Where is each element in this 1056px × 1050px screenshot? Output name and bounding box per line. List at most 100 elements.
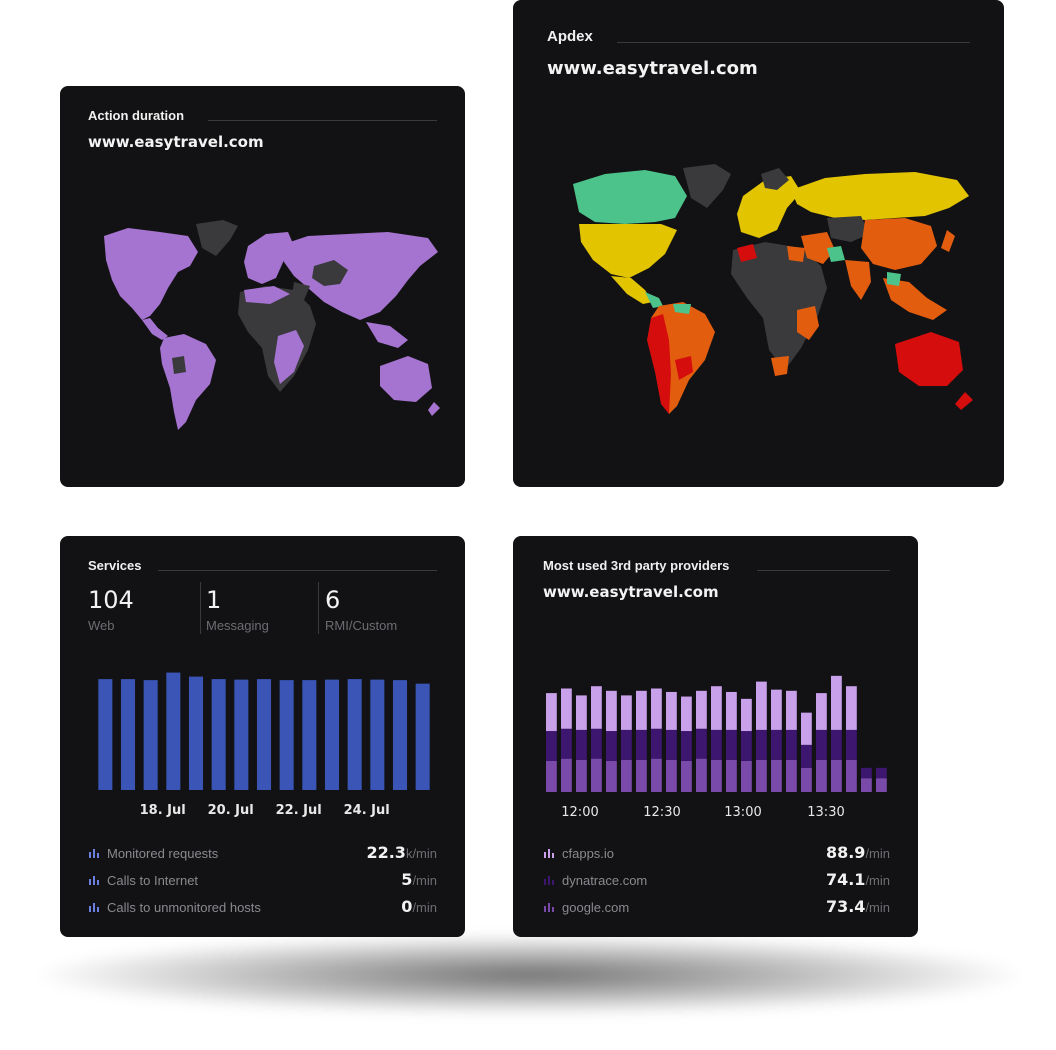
chart-bar-segment[interactable]	[546, 760, 557, 792]
region-middle-east-green[interactable]	[827, 246, 845, 262]
chart-bar-segment[interactable]	[786, 690, 797, 730]
chart-bar-segment[interactable]	[756, 729, 767, 760]
chart-bar-segment[interactable]	[576, 729, 587, 760]
chart-bar-segment[interactable]	[666, 691, 677, 730]
chart-bar-segment[interactable]	[696, 758, 707, 792]
chart-bar-segment[interactable]	[546, 693, 557, 732]
chart-bar[interactable]	[143, 680, 158, 790]
apdex-world-map[interactable]	[565, 160, 975, 420]
chart-bar-segment[interactable]	[846, 729, 857, 760]
region-russia[interactable]	[791, 172, 969, 220]
chart-bar-segment[interactable]	[741, 760, 752, 792]
chart-bar-segment[interactable]	[666, 759, 677, 792]
chart-bar-segment[interactable]	[726, 759, 737, 792]
chart-bar-segment[interactable]	[816, 759, 827, 792]
chart-bar[interactable]	[392, 680, 408, 790]
region-india[interactable]	[845, 260, 871, 300]
region-africa[interactable]	[731, 242, 827, 370]
legend-calls-to-internet[interactable]: Calls to Internet 5/min	[88, 870, 437, 891]
region-greenland[interactable]	[683, 164, 731, 208]
chart-bar-segment[interactable]	[696, 728, 707, 759]
chart-bar-segment[interactable]	[591, 686, 602, 729]
chart-bar-segment[interactable]	[606, 690, 617, 732]
chart-bar-segment[interactable]	[561, 688, 572, 729]
chart-bar-segment[interactable]	[756, 681, 767, 730]
region-south-america-nodata[interactable]	[172, 356, 186, 374]
region-japan[interactable]	[941, 230, 955, 252]
chart-bar-segment[interactable]	[831, 729, 842, 760]
action-duration-world-map[interactable]	[98, 216, 443, 436]
chart-bar-segment[interactable]	[591, 728, 602, 759]
chart-bar[interactable]	[256, 679, 272, 790]
legend-calls-to-unmonitored-hosts[interactable]: Calls to unmonitored hosts 0/min	[88, 897, 437, 918]
chart-bar-segment[interactable]	[651, 758, 662, 792]
chart-bar-segment[interactable]	[606, 760, 617, 792]
chart-bar[interactable]	[370, 679, 385, 790]
chart-bar-segment[interactable]	[651, 728, 662, 759]
chart-bar-segment[interactable]	[681, 760, 692, 792]
chart-bar-segment[interactable]	[801, 767, 812, 792]
chart-bar-segment[interactable]	[711, 759, 722, 792]
chart-bar-segment[interactable]	[741, 731, 752, 761]
chart-bar-segment[interactable]	[591, 758, 602, 792]
region-central-america[interactable]	[142, 318, 168, 340]
region-canada[interactable]	[573, 170, 687, 224]
chart-bar-segment[interactable]	[861, 778, 872, 792]
chart-bar-segment[interactable]	[846, 759, 857, 792]
chart-bar-segment[interactable]	[636, 759, 647, 792]
chart-bar-segment[interactable]	[621, 695, 632, 730]
chart-bar-segment[interactable]	[576, 695, 587, 730]
chart-bar-segment[interactable]	[876, 778, 887, 792]
region-africa-egypt[interactable]	[787, 246, 805, 262]
chart-bar-segment[interactable]	[771, 759, 782, 792]
chart-bar-segment[interactable]	[816, 729, 827, 760]
legend-cfapps-io[interactable]: cfapps.io 88.9/min	[543, 843, 890, 864]
region-southeast-asia[interactable]	[366, 322, 408, 348]
chart-bar-segment[interactable]	[741, 698, 752, 732]
chart-bar-segment[interactable]	[561, 758, 572, 792]
chart-bar-segment[interactable]	[876, 767, 887, 779]
chart-bar-segment[interactable]	[756, 759, 767, 792]
apdex-tile[interactable]: Apdex www.easytravel.com	[513, 0, 1004, 487]
chart-bar-segment[interactable]	[606, 731, 617, 761]
region-greenland[interactable]	[196, 220, 238, 256]
chart-bar-segment[interactable]	[576, 759, 587, 792]
legend-dynatrace-com[interactable]: dynatrace.com 74.1/min	[543, 870, 890, 891]
chart-bar[interactable]	[234, 679, 249, 790]
chart-bar[interactable]	[324, 679, 340, 790]
chart-bar-segment[interactable]	[801, 712, 812, 745]
chart-bar[interactable]	[166, 672, 181, 790]
region-new-zealand[interactable]	[428, 402, 440, 416]
region-china[interactable]	[861, 218, 937, 270]
region-southeast-asia-green[interactable]	[887, 272, 901, 286]
region-mexico[interactable]	[611, 276, 653, 304]
region-africa-south[interactable]	[274, 330, 304, 384]
third-party-stacked-bar-chart[interactable]: 12:00 12:30 13:00 13:30	[543, 654, 893, 828]
chart-bar-segment[interactable]	[831, 675, 842, 730]
chart-bar-segment[interactable]	[771, 689, 782, 730]
chart-bar[interactable]	[120, 679, 136, 790]
chart-bar-segment[interactable]	[786, 759, 797, 792]
chart-bar-segment[interactable]	[711, 686, 722, 730]
chart-bar-segment[interactable]	[546, 731, 557, 761]
region-south-america[interactable]	[160, 334, 216, 430]
chart-bar-segment[interactable]	[801, 744, 812, 768]
chart-bar[interactable]	[211, 679, 226, 790]
region-usa[interactable]	[579, 224, 677, 278]
chart-bar-segment[interactable]	[621, 759, 632, 792]
chart-bar-segment[interactable]	[666, 729, 677, 760]
chart-bar-segment[interactable]	[771, 729, 782, 760]
third-party-providers-tile[interactable]: Most used 3rd party providers www.easytr…	[513, 536, 918, 937]
chart-bar[interactable]	[415, 683, 430, 790]
region-africa-south[interactable]	[771, 356, 789, 376]
chart-bar-segment[interactable]	[861, 767, 872, 779]
chart-bar-segment[interactable]	[786, 729, 797, 760]
chart-bar-segment[interactable]	[651, 688, 662, 729]
chart-bar-segment[interactable]	[621, 729, 632, 760]
chart-bar[interactable]	[279, 680, 294, 790]
chart-bar-segment[interactable]	[561, 728, 572, 759]
region-australia[interactable]	[380, 356, 432, 402]
services-tile[interactable]: Services 104 Web 1 Messaging 6 RMI/Custo…	[60, 536, 465, 937]
chart-bar-segment[interactable]	[681, 696, 692, 732]
chart-bar[interactable]	[98, 679, 113, 790]
